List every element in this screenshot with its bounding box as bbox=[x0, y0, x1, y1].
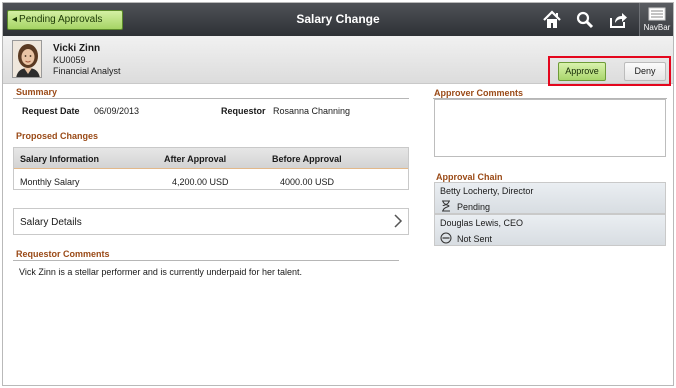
approver-comments-field[interactable] bbox=[434, 99, 666, 157]
proposed-changes-table: Salary Information After Approval Before… bbox=[13, 147, 409, 190]
column-header: Salary Information bbox=[20, 154, 100, 164]
not-sent-icon bbox=[440, 232, 452, 244]
requestor-value: Rosanna Channing bbox=[273, 106, 351, 116]
back-button-label: Pending Approvals bbox=[19, 14, 103, 25]
table-header: Salary Information After Approval Before… bbox=[14, 148, 408, 168]
requestor-comments-heading: Requestor Comments bbox=[16, 249, 110, 259]
deny-button[interactable]: Deny bbox=[624, 62, 666, 81]
request-date-label: Request Date bbox=[22, 106, 80, 116]
salary-details-row[interactable]: Salary Details bbox=[13, 208, 409, 235]
requestor-label: Requestor bbox=[221, 106, 266, 116]
salary-details-label: Salary Details bbox=[20, 217, 82, 228]
approver-status: Pending bbox=[457, 202, 491, 212]
share-icon[interactable] bbox=[607, 9, 629, 31]
table-cell: Monthly Salary bbox=[20, 177, 80, 187]
employee-name: Vicki Zinn bbox=[53, 43, 101, 54]
employee-title: Financial Analyst bbox=[53, 66, 121, 76]
requestor-comments-divider bbox=[13, 260, 399, 261]
table-cell: 4,200.00 USD bbox=[172, 177, 229, 187]
home-icon[interactable] bbox=[541, 9, 563, 31]
pending-approvals-back-button[interactable]: ◂ Pending Approvals bbox=[7, 10, 123, 30]
chevron-left-icon: ◂ bbox=[12, 14, 18, 25]
column-header: After Approval bbox=[164, 154, 227, 164]
approver-name: Betty Locherty, Director bbox=[440, 186, 534, 196]
top-banner: ◂ Pending Approvals Salary Change NavBar bbox=[3, 3, 673, 36]
requestor-comments-text: Vick Zinn is a stellar performer and is … bbox=[19, 267, 302, 277]
approver-name: Douglas Lewis, CEO bbox=[440, 218, 524, 228]
proposed-changes-heading: Proposed Changes bbox=[16, 131, 99, 141]
navbar-button[interactable]: NavBar bbox=[639, 3, 673, 36]
table-cell: 4000.00 USD bbox=[280, 177, 335, 187]
approver-status: Not Sent bbox=[457, 234, 493, 244]
chevron-right-icon bbox=[394, 214, 403, 228]
hourglass-icon bbox=[442, 200, 450, 212]
app-frame: ◂ Pending Approvals Salary Change NavBar… bbox=[2, 2, 674, 386]
approval-chain-item: Douglas Lewis, CEO Not Sent bbox=[434, 214, 666, 246]
table-row: Monthly Salary 4,200.00 USD 4000.00 USD bbox=[14, 168, 408, 189]
approve-button[interactable]: Approve bbox=[558, 62, 606, 81]
approver-comments-heading: Approver Comments bbox=[434, 88, 524, 98]
request-date-value: 06/09/2013 bbox=[94, 106, 140, 116]
column-header: Before Approval bbox=[272, 154, 342, 164]
summary-heading: Summary bbox=[16, 87, 58, 97]
action-buttons-highlight: Approve Deny bbox=[548, 56, 671, 86]
approval-chain-heading: Approval Chain bbox=[436, 172, 503, 182]
employee-header: Vicki Zinn KU0059 Financial Analyst Appr… bbox=[3, 36, 673, 86]
navbar-icon bbox=[648, 7, 666, 21]
search-icon[interactable] bbox=[574, 9, 596, 31]
employee-id: KU0059 bbox=[53, 55, 86, 65]
summary-divider bbox=[13, 98, 409, 99]
approval-chain-item: Betty Locherty, Director Pending bbox=[434, 182, 666, 214]
avatar bbox=[12, 40, 42, 78]
navbar-label: NavBar bbox=[643, 23, 671, 32]
